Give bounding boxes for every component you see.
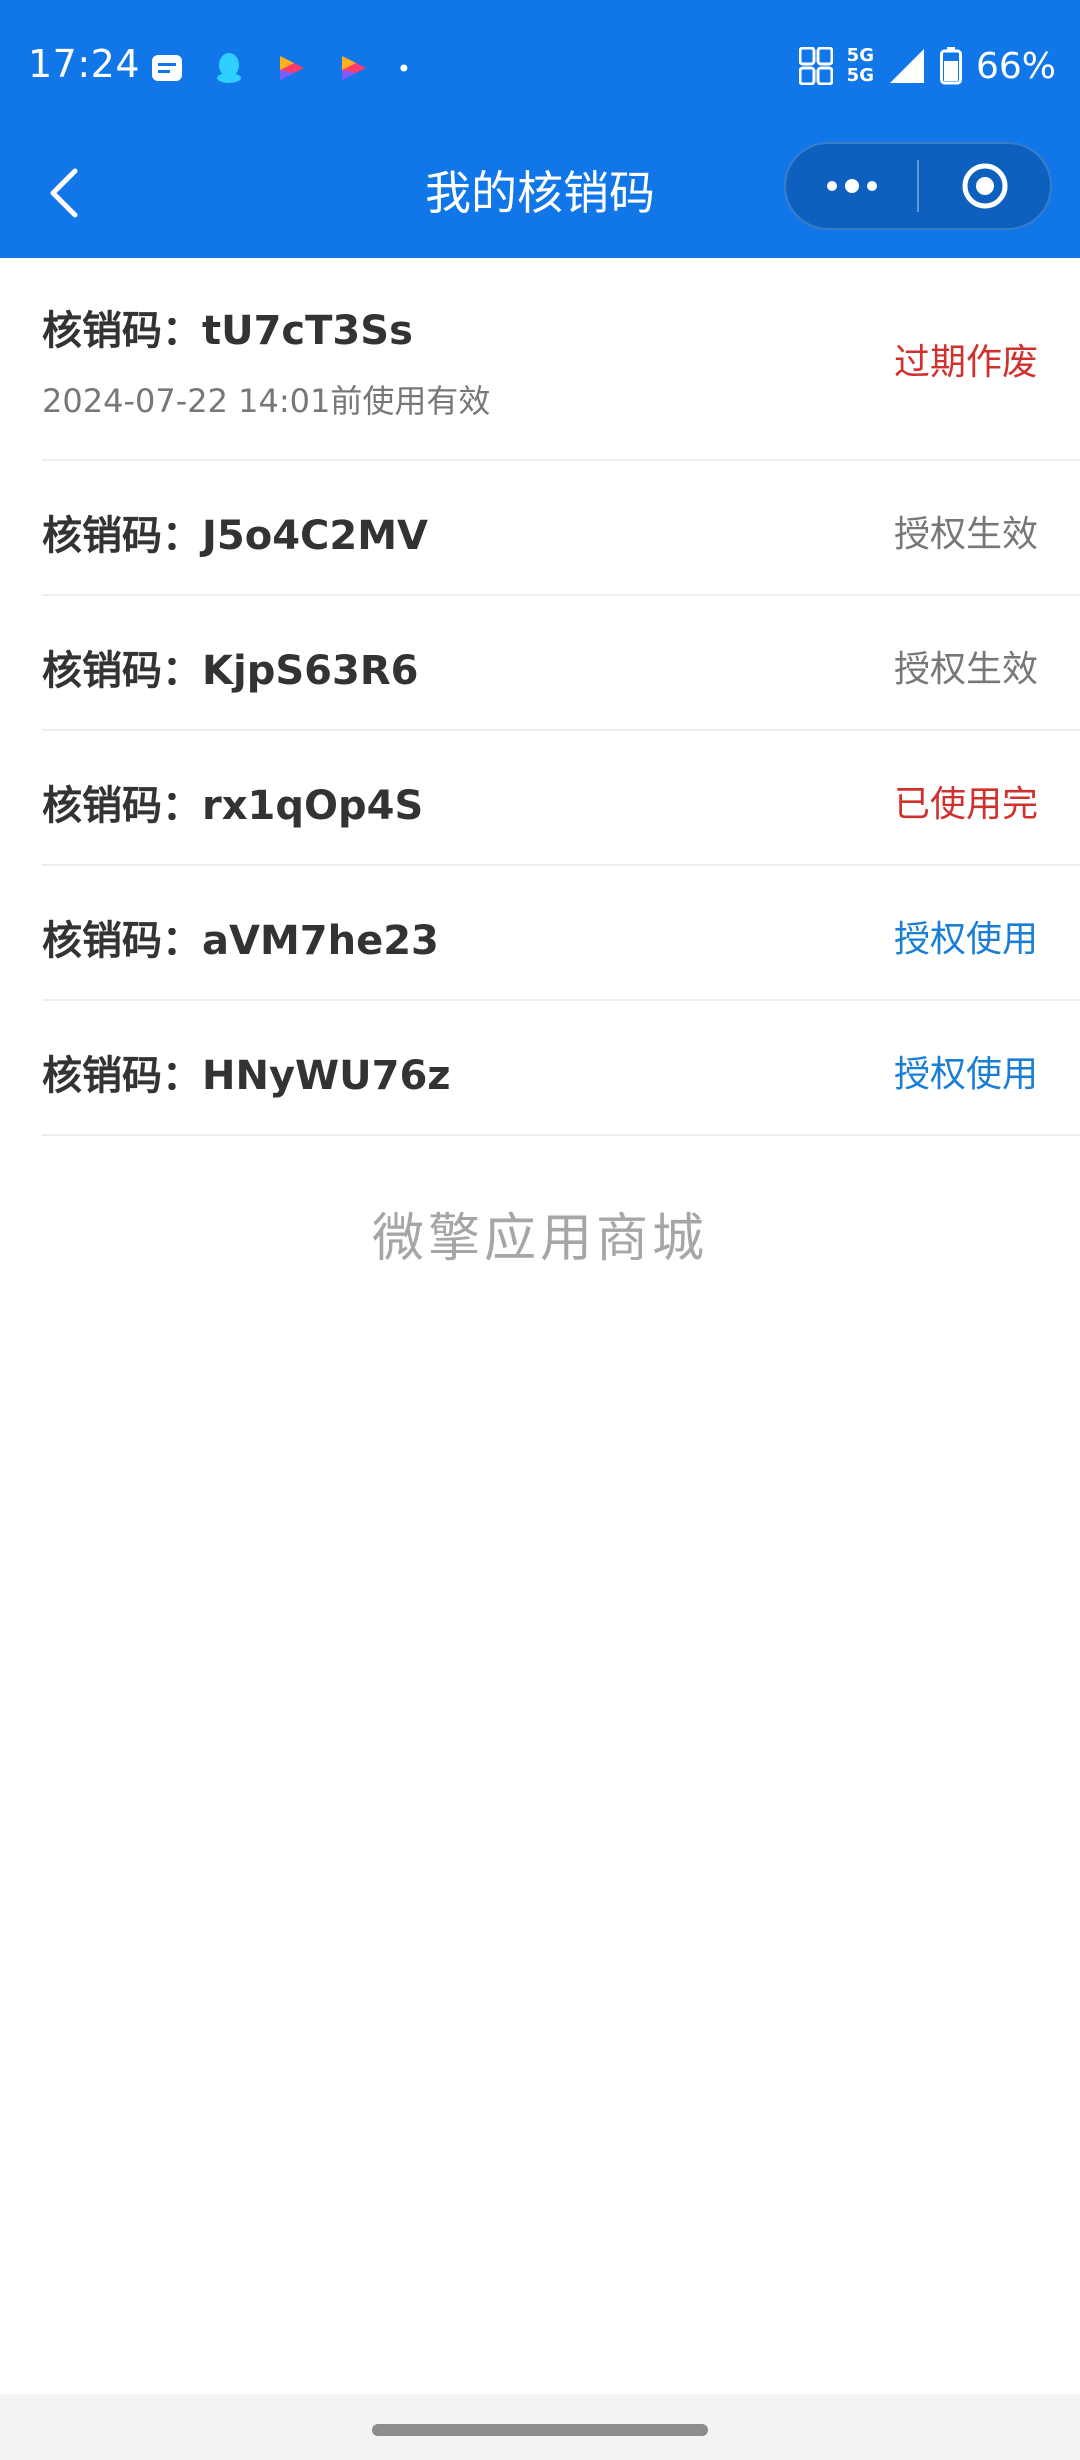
status-badge: 已使用完 (893, 784, 1038, 825)
code-line: 核销码：KjpS63R6 (42, 638, 418, 696)
status-time: 17:24 (28, 42, 141, 86)
list-item[interactable]: 核销码：aVM7he23 授权使用 (42, 866, 1080, 1001)
code-line: 核销码：J5o4C2MV (42, 503, 428, 561)
battery-icon (939, 47, 962, 85)
mini-program-capsule (784, 142, 1052, 230)
hd-sim-icon (798, 47, 833, 85)
footer-brand: 微擎应用商城 (371, 1209, 708, 1269)
status-badge: 授权生效 (893, 514, 1038, 555)
list-item[interactable]: 核销码：KjpS63R6 授权生效 (42, 596, 1080, 731)
code-label: 核销码： (42, 648, 202, 694)
battery-percent: 66% (975, 45, 1056, 87)
list-item[interactable]: 核销码：J5o4C2MV 授权生效 (42, 461, 1080, 596)
nav-bar: 我的核销码 (0, 130, 1080, 258)
code-list: 核销码：tU7cT3Ss 2024-07-22 14:01前使用有效 过期作废 … (0, 258, 1080, 1136)
system-icons: 5G 5G 66% (798, 44, 1056, 88)
home-indicator[interactable] (372, 2424, 708, 2436)
video-play-icon (342, 56, 366, 80)
code-line: 核销码：rx1qOp4S (42, 773, 423, 831)
status-badge: 过期作废 (893, 342, 1038, 383)
code-label: 核销码： (42, 513, 202, 559)
signal-icon (889, 49, 924, 83)
list-item[interactable]: 核销码：tU7cT3Ss 2024-07-22 14:01前使用有效 过期作废 (42, 258, 1080, 461)
notification-icons (150, 48, 418, 88)
status-bar: 17:24 5G 5G 66% (0, 0, 1080, 130)
status-badge[interactable]: 授权使用 (894, 910, 1038, 962)
header-background: 17:24 5G 5G 66% 我的核销码 (0, 0, 1080, 258)
code-line: 核销码：HNyWU76z (42, 1043, 451, 1101)
code-value: tU7cT3Ss (202, 308, 413, 354)
code-value: aVM7he23 (202, 918, 439, 964)
code-line: 核销码：tU7cT3Ss (42, 298, 413, 356)
list-item[interactable]: 核销码：HNyWU76z 授权使用 (42, 1001, 1080, 1136)
gesture-bar (0, 2394, 1080, 2460)
network-type: 5G 5G (846, 45, 874, 86)
code-value: J5o4C2MV (202, 513, 428, 559)
qq-penguin-icon (217, 53, 241, 83)
status-badge[interactable]: 授权使用 (894, 1045, 1038, 1097)
video-play-icon (280, 56, 304, 80)
dot-icon (400, 64, 408, 72)
status-badge: 授权生效 (893, 649, 1038, 690)
code-value: rx1qOp4S (202, 783, 424, 829)
code-line: 核销码：aVM7he23 (42, 908, 439, 966)
more-dots-icon (826, 179, 877, 193)
more-button[interactable] (786, 144, 917, 228)
code-label: 核销码： (42, 308, 202, 354)
validity-text: 2024-07-22 14:01前使用有效 (42, 382, 491, 420)
code-label: 核销码： (42, 1053, 202, 1099)
code-label: 核销码： (42, 918, 202, 964)
code-value: HNyWU76z (202, 1053, 451, 1099)
code-label: 核销码： (42, 783, 202, 829)
code-value: KjpS63R6 (202, 648, 419, 694)
close-button[interactable] (919, 144, 1050, 228)
message-icon (152, 55, 182, 81)
list-item[interactable]: 核销码：rx1qOp4S 已使用完 (42, 731, 1080, 866)
target-circle-icon (962, 163, 1007, 209)
